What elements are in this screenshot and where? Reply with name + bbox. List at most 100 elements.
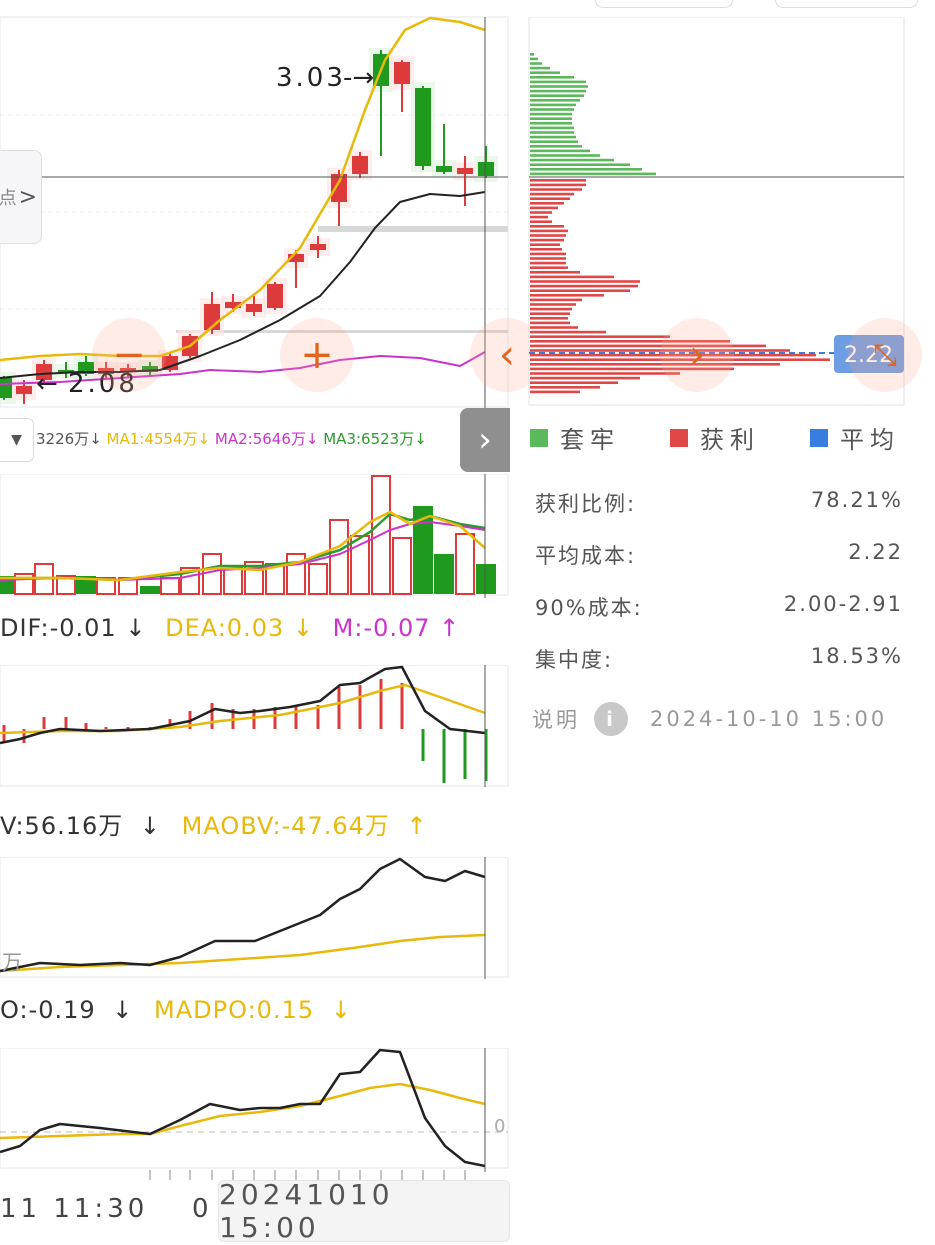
chip-bar-trapped	[530, 89, 586, 93]
maobv-value: MAOBV:-47.64万	[181, 812, 390, 840]
chip-bar-profit	[530, 275, 614, 279]
chip-bar-profit	[530, 376, 640, 380]
legend-trapped: 套牢	[530, 420, 620, 455]
chip-bar-profit	[530, 280, 640, 283]
chip-bar-profit	[530, 188, 582, 191]
chip-note-row: 说明 i 2024-10-10 15:00	[532, 702, 887, 736]
dea-value: DEA:0.03	[165, 614, 285, 642]
high-price-label: 3.03	[276, 63, 346, 93]
chip-bar-trapped	[530, 158, 614, 162]
legend-swatch-average	[810, 428, 828, 447]
chip-bar-profit	[530, 271, 580, 274]
chip-bar-trapped	[530, 71, 560, 74]
chip-bar-trapped	[530, 62, 542, 65]
volume-bar	[160, 577, 180, 595]
kline-chart[interactable]: 3.03 -→ ← 2.08	[0, 0, 510, 412]
chip-bar-profit	[530, 248, 562, 251]
chip-bar-trapped	[530, 53, 534, 56]
volume-ma-group	[0, 510, 486, 582]
chip-bar-profit	[530, 261, 566, 265]
chip-bar-profit	[530, 243, 560, 246]
chip-bar-profit	[530, 211, 552, 214]
candle-body	[16, 386, 32, 394]
expand-chip-button[interactable]: ›	[460, 408, 510, 472]
chip-bar-trapped	[530, 154, 600, 157]
chip-bar-trapped	[530, 135, 576, 139]
chip-bar-profit	[530, 234, 566, 237]
vol-value: 3226万	[36, 430, 90, 448]
stat-90-cost: 90%成本: 2.00-2.91	[535, 592, 903, 620]
chip-bar-profit	[530, 312, 570, 315]
dea-line	[0, 683, 486, 735]
info-icon[interactable]: i	[594, 702, 628, 736]
chip-bar-profit	[530, 381, 618, 384]
plus-icon[interactable]: +	[280, 318, 354, 392]
chip-bar-profit	[530, 266, 568, 269]
macd-indicator-line: DIF:-0.01 ↓ DEA:0.03 ↓ M:-0.07 ↑	[0, 614, 461, 642]
macd-lines-group	[0, 665, 486, 745]
chip-bar-profit	[530, 202, 564, 205]
chip-bar-trapped	[530, 145, 582, 148]
chip-bar-profit	[530, 363, 780, 366]
chip-bar-trapped	[530, 94, 584, 97]
volume-bar	[476, 564, 496, 594]
chip-bar-trapped	[530, 172, 656, 176]
low-price-arrow: ←	[36, 369, 58, 399]
obv-line	[0, 857, 486, 973]
indicator-dropdown[interactable]: ▼	[0, 418, 34, 462]
chip-bar-profit	[530, 372, 680, 375]
candle-body	[310, 244, 326, 250]
chip-bar-trapped	[530, 99, 580, 102]
volume-chart[interactable]	[0, 474, 510, 598]
dpo-chart[interactable]: 0	[0, 1048, 510, 1172]
chip-bar-profit	[530, 307, 572, 311]
legend-swatch-trapped	[530, 428, 548, 447]
stat-concentration: 集中度: 18.53%	[535, 644, 903, 672]
ma2-value: MA2:5646万	[214, 430, 306, 448]
resize-icon[interactable]: ⤡	[848, 318, 922, 392]
chip-bar-profit	[530, 326, 578, 329]
volume-bar	[308, 563, 328, 595]
time-axis: 11 11:30 0 20241010 15:00	[0, 1170, 510, 1244]
obv-value: V:56.16万	[0, 812, 124, 840]
dpo-lines-group	[0, 1048, 486, 1168]
time-axis-left-label: 11 11:30	[0, 1194, 149, 1224]
top-button-right[interactable]	[775, 0, 918, 8]
chip-bar-profit	[530, 294, 604, 297]
chip-bar-profit	[530, 390, 580, 394]
stat-profit-ratio: 获利比例: 78.21%	[535, 488, 903, 516]
chevron-right-icon: >	[18, 184, 37, 210]
chip-bar-profit	[530, 298, 582, 302]
macd-chart[interactable]	[0, 665, 510, 787]
minus-icon[interactable]: −	[92, 318, 166, 392]
candle-body	[457, 168, 473, 174]
dpo-value: O:-0.19	[0, 996, 96, 1024]
stat-average-cost: 平均成本: 2.22	[535, 540, 903, 568]
chip-bar-profit	[530, 303, 576, 306]
chip-bar-profit	[530, 317, 568, 320]
madpo-value: MADPO:0.15	[154, 996, 315, 1024]
chip-bar-profit	[530, 220, 552, 223]
chip-bar-profit	[530, 284, 638, 288]
ma3-value: MA3:6523万	[323, 430, 415, 448]
side-tab-button[interactable]: 点 >	[0, 150, 42, 244]
volume-ma-yellow	[0, 510, 486, 582]
side-tab-label: 点	[0, 188, 17, 209]
chip-bar-profit	[530, 192, 574, 196]
chip-bar-profit	[530, 183, 586, 187]
ma1-value: MA1:4554万	[106, 430, 198, 448]
legend-profit: 获利	[670, 420, 760, 455]
top-button-left[interactable]	[595, 0, 733, 8]
chip-bar-trapped	[530, 126, 574, 130]
chip-bar-trapped	[530, 80, 586, 84]
chip-bar-trapped	[530, 112, 572, 116]
chip-bar-trapped	[530, 149, 590, 153]
chip-bar-profit	[530, 215, 548, 219]
m-value: M:-0.07	[332, 614, 431, 642]
candle-body	[394, 62, 410, 84]
chevron-right-icon[interactable]: ›	[660, 318, 734, 392]
obv-chart[interactable]: 万	[0, 857, 510, 979]
volume-bar	[329, 519, 349, 595]
chip-bar-profit	[530, 321, 570, 325]
chip-bar-profit	[530, 238, 564, 242]
